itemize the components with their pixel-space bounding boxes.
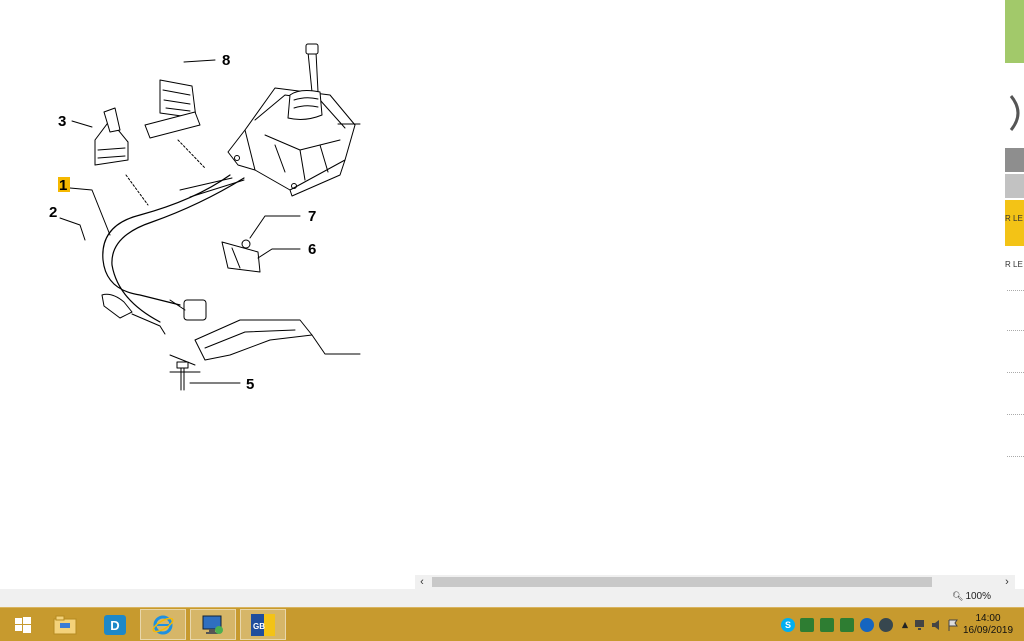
zoom-icon: 🔍︎	[952, 591, 964, 601]
status-bar: 🔍︎ 100%	[0, 589, 1024, 607]
thumbnail-gray-dark[interactable]	[1005, 148, 1024, 172]
thumbnail-ring[interactable]	[1005, 88, 1024, 138]
eper-app-icon: GB	[251, 613, 275, 636]
svg-text:GB: GB	[253, 622, 265, 631]
clock-time: 14:00	[975, 613, 1001, 624]
horizontal-scrollbar[interactable]: ‹ ›	[415, 575, 1015, 589]
taskbar-eper-app[interactable]: GB	[240, 609, 286, 640]
tray-sync-icon[interactable]	[860, 618, 874, 632]
system-clock[interactable]: 14:00 16/09/2019	[958, 613, 1018, 637]
tray-app-icon[interactable]	[800, 618, 814, 632]
divider	[1007, 456, 1024, 457]
callout-2[interactable]: 2	[49, 204, 57, 221]
remote-desktop-icon	[202, 615, 223, 634]
scroll-left-icon[interactable]: ‹	[415, 575, 429, 589]
callout-7[interactable]: 7	[308, 208, 316, 225]
callout-5[interactable]: 5	[246, 376, 254, 393]
callout-6[interactable]: 6	[308, 241, 316, 258]
taskbar-remote-desktop[interactable]	[190, 609, 236, 640]
callout-1[interactable]: 1	[59, 177, 67, 194]
tray-app-icon[interactable]	[820, 618, 834, 632]
divider	[1007, 290, 1024, 291]
clock-date: 16/09/2019	[962, 625, 1014, 636]
tray-app-icon[interactable]	[879, 618, 893, 632]
callout-3[interactable]: 3	[58, 113, 66, 130]
file-explorer-icon	[53, 615, 77, 634]
thumbnail-green[interactable]	[1005, 0, 1024, 63]
divider	[1007, 372, 1024, 373]
gear-shift-parts-diagram: 8 3 1 2 7 6 5	[49, 43, 361, 393]
svg-text:D: D	[110, 618, 119, 633]
scroll-right-icon[interactable]: ›	[1000, 575, 1014, 589]
callout-8[interactable]: 8	[222, 52, 230, 69]
tray-app-icon[interactable]	[840, 618, 854, 632]
thumbnail-yellow[interactable]	[1005, 200, 1024, 246]
volume-icon[interactable]	[930, 618, 944, 632]
side-thumbnail-strip: R LE R LE	[1005, 0, 1024, 574]
divider	[1007, 414, 1024, 415]
taskbar: D GB S ▴ 14:00 16/09/2019	[0, 607, 1024, 641]
start-icon	[15, 616, 31, 633]
network-icon[interactable]	[914, 618, 928, 632]
taskbar-internet-explorer[interactable]	[140, 609, 186, 640]
internet-explorer-icon	[152, 615, 174, 634]
thumbnail-gray-light[interactable]	[1005, 174, 1024, 198]
diagram-viewport[interactable]: 8 3 1 2 7 6 5 R LE R LE	[0, 0, 1024, 574]
taskbar-file-explorer[interactable]	[42, 609, 88, 640]
show-hidden-icons-icon[interactable]: ▴	[898, 618, 912, 632]
side-label-2: R LE	[1005, 260, 1023, 269]
side-label-1: R LE	[1005, 214, 1023, 223]
zoom-control[interactable]: 🔍︎ 100%	[952, 591, 991, 602]
scrollbar-thumb[interactable]	[432, 577, 932, 587]
divider	[1007, 330, 1024, 331]
ring-icon	[1009, 95, 1020, 131]
skype-icon[interactable]: S	[781, 618, 795, 632]
taskbar-dcp-app[interactable]: D	[92, 609, 138, 640]
start-button[interactable]	[0, 609, 46, 640]
dcp-app-icon: D	[104, 614, 126, 635]
zoom-level: 100%	[965, 591, 992, 602]
